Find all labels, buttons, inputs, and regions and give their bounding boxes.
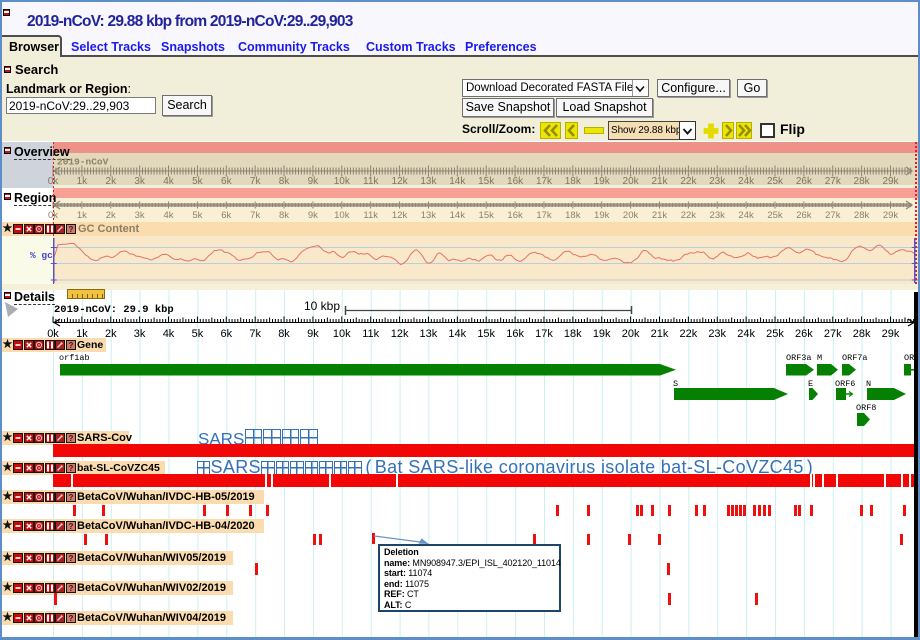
svg-text:15k: 15k [479, 210, 495, 221]
svg-text:14k: 14k [450, 210, 466, 221]
svg-text:8k: 8k [278, 328, 290, 340]
svg-text:26k: 26k [795, 328, 813, 340]
svg-text:18k: 18k [565, 210, 581, 221]
svg-text:12k: 12k [392, 176, 409, 187]
svg-text:13k: 13k [421, 210, 437, 221]
svg-text:24k: 24k [738, 176, 755, 187]
svg-text:12k: 12k [392, 210, 408, 221]
svg-text:1k: 1k [77, 210, 87, 221]
svg-text:29k: 29k [882, 328, 900, 340]
svg-text:17k: 17k [535, 328, 553, 340]
svg-text:16k: 16k [506, 328, 524, 340]
svg-text:?: ? [68, 341, 73, 350]
svg-text:27k: 27k [825, 210, 841, 221]
svg-text:21k: 21k [651, 328, 669, 340]
svg-text:23k: 23k [708, 328, 726, 340]
svg-text:4k: 4k [163, 210, 173, 221]
svg-text:22k: 22k [681, 210, 697, 221]
svg-text:3k: 3k [135, 210, 145, 221]
svg-text:25k: 25k [767, 176, 784, 187]
svg-text:9k: 9k [307, 328, 319, 340]
svg-text:3k: 3k [134, 328, 146, 340]
svg-text:26k: 26k [796, 210, 812, 221]
svg-text:19k: 19k [594, 176, 611, 187]
svg-text:20k: 20k [622, 328, 640, 340]
svg-text:?: ? [68, 584, 73, 593]
svg-text:?: ? [68, 225, 73, 234]
svg-text:27k: 27k [825, 176, 842, 187]
svg-text:2019-nCoV: 2019-nCoV [57, 157, 109, 168]
svg-text:12k: 12k [391, 328, 409, 340]
svg-text:11k: 11k [362, 328, 379, 340]
svg-text:5k: 5k [192, 210, 202, 221]
svg-text:22k: 22k [680, 328, 698, 340]
svg-text:?: ? [68, 614, 73, 623]
svg-text:11k: 11k [363, 210, 378, 221]
svg-text:27k: 27k [824, 328, 842, 340]
svg-text:16k: 16k [507, 176, 524, 187]
svg-text:19k: 19k [593, 328, 611, 340]
svg-text:3k: 3k [134, 176, 146, 187]
svg-text:13k: 13k [420, 176, 437, 187]
svg-text:10k: 10k [333, 328, 351, 340]
svg-text:4k: 4k [163, 176, 175, 187]
svg-text:18k: 18k [564, 328, 582, 340]
svg-text:?: ? [68, 434, 73, 443]
svg-text:?: ? [68, 464, 73, 473]
svg-text:22k: 22k [680, 176, 697, 187]
svg-text:28k: 28k [854, 210, 870, 221]
svg-text:17k: 17k [536, 176, 553, 187]
svg-text:24k: 24k [737, 328, 755, 340]
svg-text:9k: 9k [308, 176, 320, 187]
svg-text:6k: 6k [221, 210, 231, 221]
svg-text:9k: 9k [308, 210, 318, 221]
svg-text:10k: 10k [334, 210, 350, 221]
svg-text:7k: 7k [250, 210, 260, 221]
svg-text:15k: 15k [477, 328, 495, 340]
svg-text:14k: 14k [449, 176, 466, 187]
svg-text:28k: 28k [853, 328, 871, 340]
svg-text:?: ? [68, 522, 73, 531]
svg-text:2k: 2k [106, 210, 116, 221]
svg-text:16k: 16k [507, 210, 523, 221]
svg-text:2k: 2k [105, 328, 117, 340]
svg-text:6k: 6k [221, 176, 233, 187]
svg-text:23k: 23k [710, 210, 726, 221]
svg-text:1k: 1k [77, 176, 89, 187]
svg-text:21k: 21k [651, 176, 668, 187]
svg-text:20k: 20k [623, 210, 639, 221]
svg-text:28k: 28k [854, 176, 871, 187]
svg-text:13k: 13k [420, 328, 438, 340]
svg-text:8k: 8k [279, 210, 289, 221]
svg-text:10k: 10k [334, 176, 351, 187]
svg-text:8k: 8k [279, 176, 291, 187]
svg-text:5k: 5k [192, 328, 204, 340]
svg-text:17k: 17k [536, 210, 552, 221]
svg-text:26k: 26k [796, 176, 813, 187]
svg-text:6k: 6k [220, 328, 232, 340]
svg-text:?: ? [68, 493, 73, 502]
svg-text:29k: 29k [883, 210, 899, 221]
svg-text:11k: 11k [363, 176, 379, 187]
svg-text:21k: 21k [652, 210, 668, 221]
svg-text:23k: 23k [709, 176, 726, 187]
svg-text:?: ? [68, 554, 73, 563]
svg-text:14k: 14k [448, 328, 466, 340]
svg-text:5k: 5k [192, 176, 204, 187]
svg-text:20k: 20k [623, 176, 640, 187]
svg-text:24k: 24k [738, 210, 754, 221]
svg-text:18k: 18k [565, 176, 582, 187]
svg-text:15k: 15k [478, 176, 495, 187]
svg-text:25k: 25k [767, 210, 783, 221]
svg-text:7k: 7k [250, 176, 262, 187]
svg-text:25k: 25k [766, 328, 784, 340]
svg-text:19k: 19k [594, 210, 610, 221]
svg-text:29k: 29k [882, 176, 899, 187]
svg-text:4k: 4k [163, 328, 175, 340]
svg-text:2k: 2k [106, 176, 118, 187]
svg-text:7k: 7k [249, 328, 261, 340]
